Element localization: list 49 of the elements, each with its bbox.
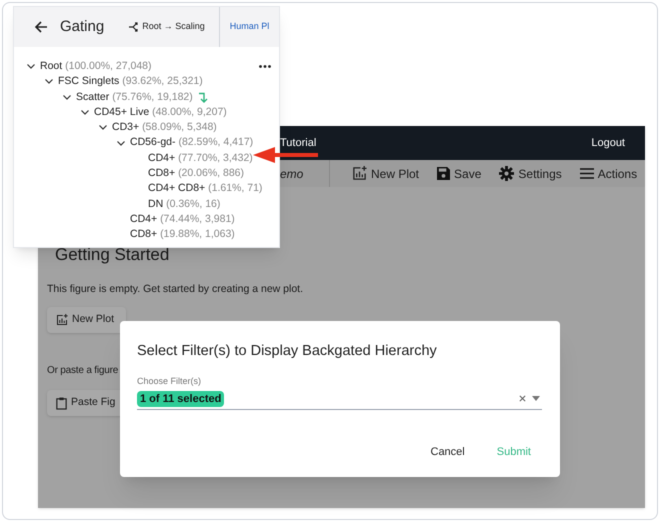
turn-down-arrow-icon	[198, 92, 209, 103]
field-label: Choose Filter(s)	[137, 374, 202, 388]
chevron-down-icon[interactable]	[81, 110, 89, 116]
gate-node[interactable]: FSC Singlets (93.62%, 25,321)	[58, 74, 203, 90]
toolbar-button[interactable]: Save	[437, 164, 482, 182]
gate-node[interactable]: Scatter (75.76%, 19,182)	[76, 90, 193, 105]
chevron-down-icon[interactable]	[99, 125, 107, 130]
chart-plus-icon	[352, 166, 367, 181]
gate-node[interactable]: Root (100.00%, 27,048)	[40, 59, 152, 74]
logout-link[interactable]: Logout	[591, 134, 625, 152]
gate-node[interactable]: CD4+ (77.70%, 3,432)	[148, 150, 253, 166]
chevron-down-icon[interactable]	[63, 94, 71, 100]
chevron-down-icon[interactable]	[45, 79, 53, 84]
figure-name[interactable]: emo	[280, 164, 304, 182]
toolbar-button[interactable]: Settings	[499, 164, 562, 182]
gate-node[interactable]: CD56-gd- (82.59%, 4,417)	[130, 135, 254, 151]
gate-node[interactable]: CD3+ (58.09%, 5,348)	[112, 120, 217, 136]
paste-hint: Or paste a figure	[47, 364, 120, 378]
gate-node[interactable]: DN (0.36%, 16)	[148, 196, 220, 212]
tutorial-link[interactable]: Tutorial	[280, 134, 316, 152]
toolbar-button[interactable]: Actions	[580, 164, 638, 182]
more-icon[interactable]	[259, 65, 271, 68]
gate-node[interactable]: CD45+ Live (48.00%, 9,207)	[94, 104, 227, 120]
gate-node[interactable]: CD8+ (19.88%, 1,063)	[130, 227, 235, 243]
page-heading: Getting Started	[55, 244, 170, 266]
back-arrow-icon[interactable]	[34, 20, 48, 34]
cancel-button[interactable]: Cancel	[430, 444, 465, 461]
panel-tab[interactable]: Human Pl	[230, 20, 270, 34]
intro-text: This figure is empty. Get started by creating a new plot.	[47, 282, 304, 296]
dialog-title: Select Filter(s) to Display Backgated Hierarchy	[137, 342, 438, 361]
chevron-down-icon[interactable]	[117, 140, 125, 146]
settings-icon	[499, 166, 514, 181]
gate-node[interactable]: CD8+ (20.06%, 886)	[148, 166, 244, 182]
selection-chip: 1 of 11 selected	[137, 390, 224, 407]
branch-icon	[128, 21, 140, 33]
chevron-down-icon[interactable]	[27, 64, 35, 70]
chart-plus-icon	[56, 314, 68, 326]
toolbar-button[interactable]: New Plot	[352, 164, 420, 182]
clipboard-icon	[56, 396, 67, 410]
new-plot-button[interactable]: New Plot	[47, 307, 126, 334]
filter-select[interactable]: 1 of 11 selected	[137, 390, 542, 410]
gate-node[interactable]: CD4+ CD8+ (1.61%, 71)	[148, 181, 262, 197]
gate-path[interactable]: Root → Scaling	[142, 20, 205, 34]
gate-node[interactable]: CD4+ (74.44%, 3,981)	[130, 212, 235, 228]
menu-icon	[580, 168, 594, 179]
pointer-arrow	[253, 147, 319, 163]
panel-title: Gating	[60, 16, 104, 37]
clear-icon[interactable]	[519, 395, 526, 402]
dropdown-caret-icon[interactable]	[532, 396, 540, 402]
